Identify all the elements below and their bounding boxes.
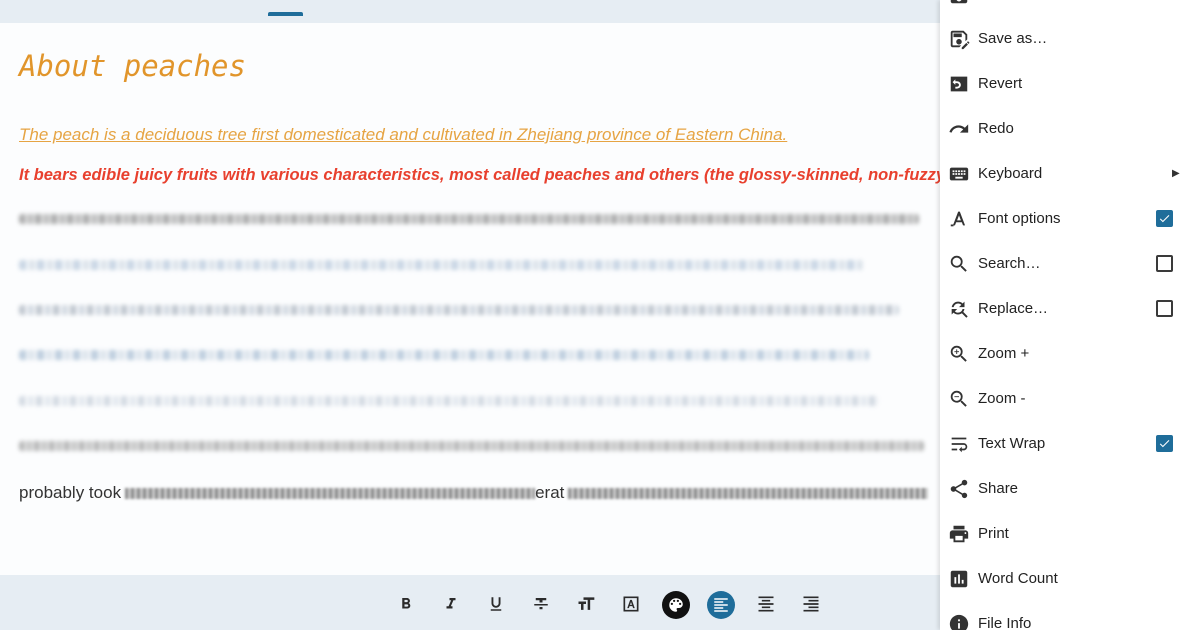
text-size-icon (578, 597, 595, 610)
check-icon (1159, 440, 1170, 448)
menu-item-label: Text Wrap (978, 435, 1046, 452)
replace-checkbox[interactable] (1156, 300, 1173, 317)
font-options-checkbox[interactable] (1156, 210, 1173, 227)
bold-button[interactable] (395, 593, 417, 615)
menu-item-word-count[interactable]: Word Count (940, 556, 1200, 601)
menu-item-label: Revert (978, 75, 1023, 92)
word-count-icon (950, 570, 968, 587)
underline-icon (490, 597, 502, 611)
blurred-text-line (19, 350, 869, 360)
menu-item-label: Save as… (978, 30, 1048, 47)
menu-item-share[interactable]: Share (940, 466, 1200, 511)
paragraph-last-line: probably took erat (19, 483, 929, 503)
submenu-arrow-icon: ▶ (1172, 168, 1180, 179)
menu-item-label: Keyboard (978, 165, 1043, 182)
palette-icon (669, 598, 683, 612)
zoom-out-icon (950, 390, 967, 407)
text-color-button[interactable] (620, 593, 642, 615)
menu-item-replace[interactable]: Replace… (940, 286, 1200, 331)
text-wrap-checkbox[interactable] (1156, 435, 1173, 452)
blurred-text-line (19, 214, 919, 224)
menu-item-label: Zoom + (978, 345, 1030, 362)
save-as-icon (950, 30, 970, 49)
zoom-in-icon (950, 345, 967, 362)
replace-icon (951, 301, 968, 318)
align-right-button[interactable] (800, 593, 822, 615)
check-icon (1159, 215, 1170, 223)
menu-item-label: Zoom - (978, 390, 1026, 407)
strikethrough-icon (534, 598, 548, 610)
menu-item-label: Font options (978, 210, 1061, 227)
text-color-icon (623, 596, 639, 612)
menu-item-label: Share (978, 480, 1019, 497)
menu-item-revert[interactable]: Revert (940, 61, 1200, 106)
last-line-start-text: probably took (19, 483, 122, 502)
search-icon (950, 255, 967, 272)
print-icon (949, 525, 969, 542)
menu-item-print[interactable]: Print (940, 511, 1200, 556)
align-left-button[interactable] (707, 591, 735, 619)
active-tab-indicator (268, 12, 303, 16)
revert-icon (950, 76, 968, 91)
search-checkbox[interactable] (1156, 255, 1173, 272)
menu-item-zoom-out[interactable]: Zoom - (940, 376, 1200, 421)
menu-item-text-wrap[interactable]: Text Wrap (940, 421, 1200, 466)
menu-item-file-info[interactable]: File Info (940, 601, 1200, 630)
text-editor[interactable]: About peaches The peach is a deciduous t… (0, 23, 940, 575)
keyboard-icon (949, 167, 969, 180)
menu-item-label: Print (978, 525, 1009, 542)
blurred-words (568, 488, 929, 500)
blurred-text-line (19, 396, 879, 406)
align-center-button[interactable] (755, 593, 777, 615)
info-icon (949, 614, 969, 630)
align-center-icon (758, 596, 774, 612)
bold-icon (402, 598, 411, 609)
menu-item-label: Redo (978, 120, 1014, 137)
menu-item-label: Word Count (978, 570, 1058, 587)
highlight-color-button[interactable] (662, 591, 690, 619)
last-line-mid-text: erat (535, 483, 565, 502)
menu-item-partial-top[interactable] (940, 0, 1200, 17)
menu-item-label: Replace… (978, 300, 1049, 317)
text-size-button[interactable] (575, 593, 597, 615)
menu-item-font-options[interactable]: Font options (940, 196, 1200, 241)
overflow-menu: Save as… Revert Redo Keyboard ▶ Font opt… (940, 0, 1200, 630)
menu-item-redo[interactable]: Redo (940, 106, 1200, 151)
menu-item-save-as[interactable]: Save as… (940, 16, 1200, 61)
share-icon (950, 479, 968, 498)
menu-item-keyboard[interactable]: Keyboard ▶ (940, 151, 1200, 196)
blurred-text-line (19, 441, 924, 451)
blurred-text-line (19, 305, 899, 315)
blurred-text-line (19, 260, 864, 270)
redo-icon (949, 123, 969, 133)
align-left-icon (714, 598, 728, 612)
document-title: About peaches (19, 49, 246, 83)
menu-item-label: File Info (978, 615, 1032, 630)
save-icon (950, 0, 968, 3)
menu-item-zoom-in[interactable]: Zoom + (940, 331, 1200, 376)
text-wrap-icon (951, 437, 968, 452)
strikethrough-button[interactable] (530, 593, 552, 615)
paragraph-line-2: It bears edible juicy fruits with variou… (19, 166, 940, 184)
paragraph-line-1: The peach is a deciduous tree first dome… (19, 125, 788, 144)
font-options-icon (950, 211, 966, 226)
align-right-icon (803, 596, 819, 612)
menu-item-label: Search… (978, 255, 1041, 272)
italic-button[interactable] (440, 593, 462, 615)
top-app-bar (0, 0, 940, 23)
blurred-words (125, 488, 536, 500)
menu-item-search[interactable]: Search… (940, 241, 1200, 286)
format-toolbar (0, 575, 940, 630)
underline-button[interactable] (485, 593, 507, 615)
italic-icon (446, 598, 456, 609)
